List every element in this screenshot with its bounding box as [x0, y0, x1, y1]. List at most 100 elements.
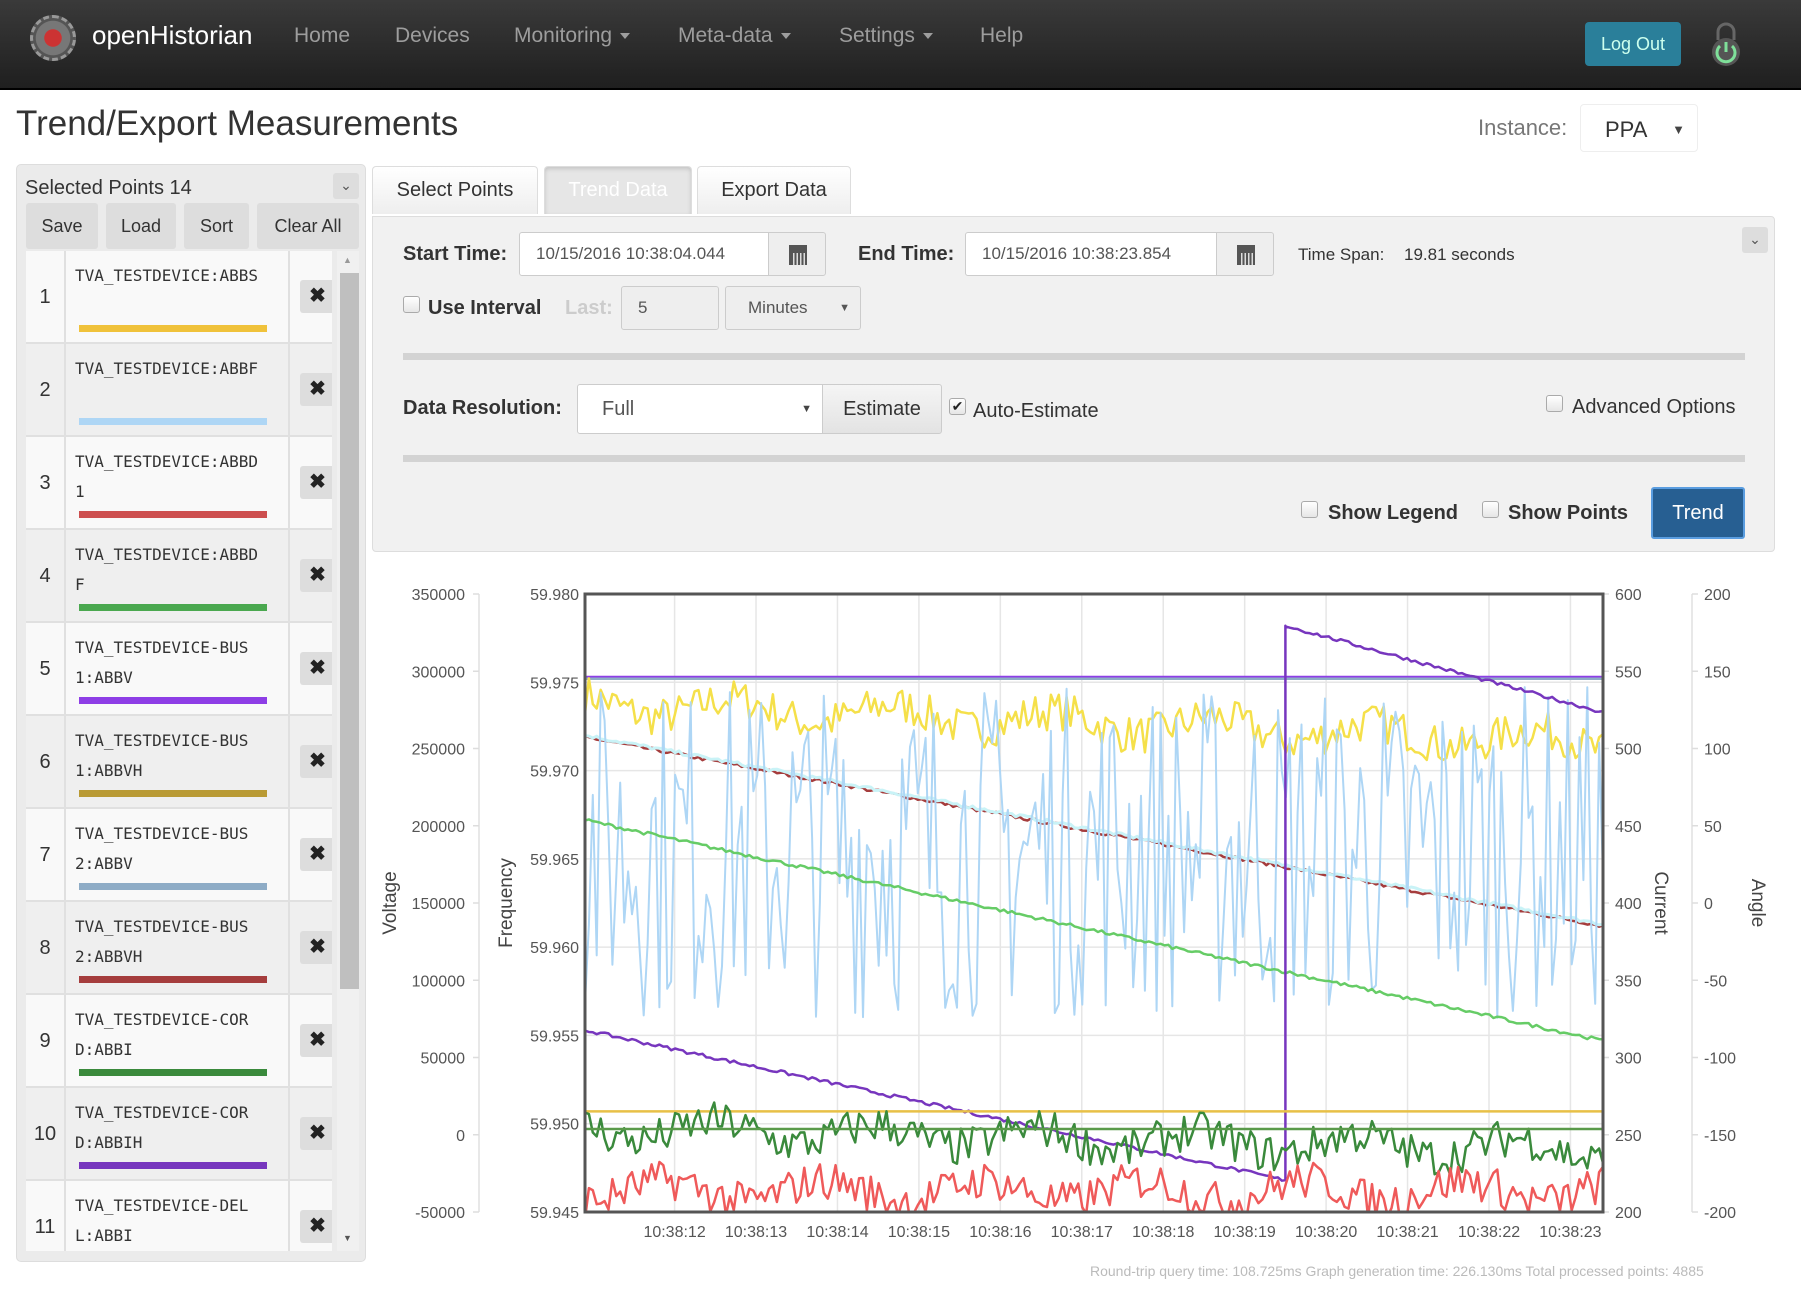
point-index: 11	[26, 1181, 66, 1251]
point-index: 8	[26, 902, 66, 995]
point-color-swatch	[79, 790, 267, 797]
remove-point-button[interactable]: ✖	[300, 373, 332, 406]
remove-cell: ✖	[288, 995, 332, 1088]
nav-metadata[interactable]: Meta-data	[678, 24, 791, 48]
remove-cell: ✖	[288, 530, 332, 623]
point-row[interactable]: 1 TVA_TESTDEVICE:ABBS ✖	[26, 251, 332, 344]
point-index: 10	[26, 1088, 66, 1181]
points-scrollbar[interactable]: ▲ ▼	[337, 251, 359, 1251]
angle-tick-label: 150	[1704, 664, 1731, 681]
show-legend-label: Show Legend	[1328, 502, 1458, 524]
x-tick-label: 10:38:22	[1458, 1224, 1520, 1241]
current-tick-label: 300	[1615, 1051, 1642, 1068]
point-row[interactable]: 2 TVA_TESTDEVICE:ABBF ✖	[26, 344, 332, 437]
tab-trend-data[interactable]: Trend Data	[544, 166, 692, 214]
end-time-input[interactable]: 10/15/2016 10:38:23.854	[965, 232, 1217, 276]
nav-home[interactable]: Home	[294, 24, 350, 48]
end-time-label: End Time:	[858, 243, 955, 265]
remove-cell: ✖	[288, 716, 332, 809]
point-name: TVA_TESTDEVICE-BUS2:ABBV	[75, 824, 249, 873]
remove-cell: ✖	[288, 809, 332, 902]
nav-settings[interactable]: Settings	[839, 24, 933, 48]
x-tick-label: 10:38:23	[1539, 1224, 1601, 1241]
frequency-tick-label: 59.955	[530, 1028, 579, 1045]
brand-name[interactable]: openHistorian	[92, 20, 252, 51]
scroll-up-icon[interactable]: ▲	[343, 255, 352, 265]
x-tick-label: 10:38:12	[643, 1224, 705, 1241]
point-color-swatch	[79, 325, 267, 332]
instance-select[interactable]: PPA ▼	[1580, 104, 1698, 152]
point-name: TVA_TESTDEVICE-BUS1:ABBVH	[75, 731, 249, 780]
voltage-tick-label: 0	[456, 1128, 465, 1145]
point-row[interactable]: 5 TVA_TESTDEVICE-BUS1:ABBV ✖	[26, 623, 332, 716]
power-icon	[1712, 22, 1740, 66]
x-tick-label: 10:38:18	[1132, 1224, 1194, 1241]
selected-points-panel: Selected Points 14 ⌄ Save Load Sort Clea…	[16, 164, 366, 1262]
point-row[interactable]: 8 TVA_TESTDEVICE-BUS2:ABBVH ✖	[26, 902, 332, 995]
trend-button[interactable]: Trend	[1651, 487, 1745, 539]
point-row[interactable]: 10 TVA_TESTDEVICE-CORD:ABBIH ✖	[26, 1088, 332, 1181]
remove-point-button[interactable]: ✖	[300, 931, 332, 964]
point-row[interactable]: 4 TVA_TESTDEVICE:ABBDF ✖	[26, 530, 332, 623]
remove-point-button[interactable]: ✖	[300, 652, 332, 685]
nav-metadata-label: Meta-data	[678, 24, 773, 47]
advanced-options-label: Advanced Options	[1572, 396, 1736, 418]
time-span-label: Time Span:	[1298, 245, 1385, 264]
remove-point-button[interactable]: ✖	[300, 1210, 332, 1243]
point-name: TVA_TESTDEVICE-BUS2:ABBVH	[75, 917, 249, 966]
point-color-swatch	[79, 511, 267, 518]
tab-select-points[interactable]: Select Points	[372, 166, 538, 214]
x-tick-label: 10:38:19	[1214, 1224, 1276, 1241]
logout-button[interactable]: Log Out	[1585, 22, 1681, 66]
current-tick-label: 500	[1615, 742, 1642, 759]
show-points-checkbox[interactable]	[1482, 501, 1499, 518]
time-span-value: 19.81 seconds	[1404, 245, 1515, 264]
point-row[interactable]: 11 TVA_TESTDEVICE-DELL:ABBI ✖	[26, 1181, 332, 1251]
nav-help-label: Help	[980, 24, 1024, 47]
current-tick-label: 400	[1615, 896, 1642, 913]
remove-point-button[interactable]: ✖	[300, 838, 332, 871]
sort-button[interactable]: Sort	[184, 203, 249, 249]
show-legend-checkbox[interactable]	[1301, 501, 1318, 518]
trend-chart[interactable]: 10:38:12 10:38:13 10:38:14 10:38:15 10:38:16…	[372, 570, 1782, 1260]
clear-all-button[interactable]: Clear All	[257, 203, 359, 249]
end-calendar-button[interactable]	[1216, 232, 1274, 276]
collapse-chevron-icon[interactable]: ⌄	[1742, 227, 1768, 253]
remove-point-button[interactable]: ✖	[300, 745, 332, 778]
point-row[interactable]: 9 TVA_TESTDEVICE-CORD:ABBI ✖	[26, 995, 332, 1088]
nav-settings-label: Settings	[839, 24, 915, 47]
nav-monitoring-label: Monitoring	[514, 24, 613, 47]
save-button[interactable]: Save	[26, 203, 98, 249]
use-interval-checkbox[interactable]	[403, 296, 420, 313]
remove-point-button[interactable]: ✖	[300, 1117, 332, 1150]
load-button[interactable]: Load	[106, 203, 176, 249]
scroll-down-icon[interactable]: ▼	[343, 1233, 352, 1243]
advanced-options-checkbox[interactable]	[1546, 395, 1563, 412]
remove-point-button[interactable]: ✖	[300, 559, 332, 592]
remove-point-button[interactable]: ✖	[300, 280, 332, 313]
nav-devices[interactable]: Devices	[395, 24, 470, 48]
remove-cell: ✖	[288, 344, 332, 437]
nav-monitoring[interactable]: Monitoring	[514, 24, 631, 48]
point-row[interactable]: 3 TVA_TESTDEVICE:ABBD1 ✖	[26, 437, 332, 530]
point-index: 2	[26, 344, 66, 437]
interval-unit-select[interactable]: Minutes ▼	[725, 286, 861, 330]
start-time-input[interactable]: 10/15/2016 10:38:04.044	[519, 232, 769, 276]
point-row[interactable]: 6 TVA_TESTDEVICE-BUS1:ABBVH ✖	[26, 716, 332, 809]
interval-value-input[interactable]: 5	[621, 286, 719, 330]
remove-point-button[interactable]: ✖	[300, 1024, 332, 1057]
start-calendar-button[interactable]	[768, 232, 826, 276]
tab-export-data[interactable]: Export Data	[697, 166, 851, 214]
calendar-icon	[789, 245, 807, 265]
gear-logo-icon[interactable]	[30, 15, 76, 61]
collapse-chevron-icon[interactable]: ⌄	[333, 173, 359, 199]
point-row[interactable]: 7 TVA_TESTDEVICE-BUS2:ABBV ✖	[26, 809, 332, 902]
point-color-swatch	[79, 976, 267, 983]
angle-tick-label: -100	[1704, 1051, 1736, 1068]
estimate-button[interactable]: Estimate	[822, 384, 942, 434]
remove-point-button[interactable]: ✖	[300, 466, 332, 499]
nav-help[interactable]: Help	[980, 24, 1023, 48]
auto-estimate-checkbox[interactable]: ✔	[949, 398, 966, 415]
data-resolution-select[interactable]: Full ▼	[577, 384, 823, 434]
scrollbar-thumb[interactable]	[340, 273, 359, 989]
